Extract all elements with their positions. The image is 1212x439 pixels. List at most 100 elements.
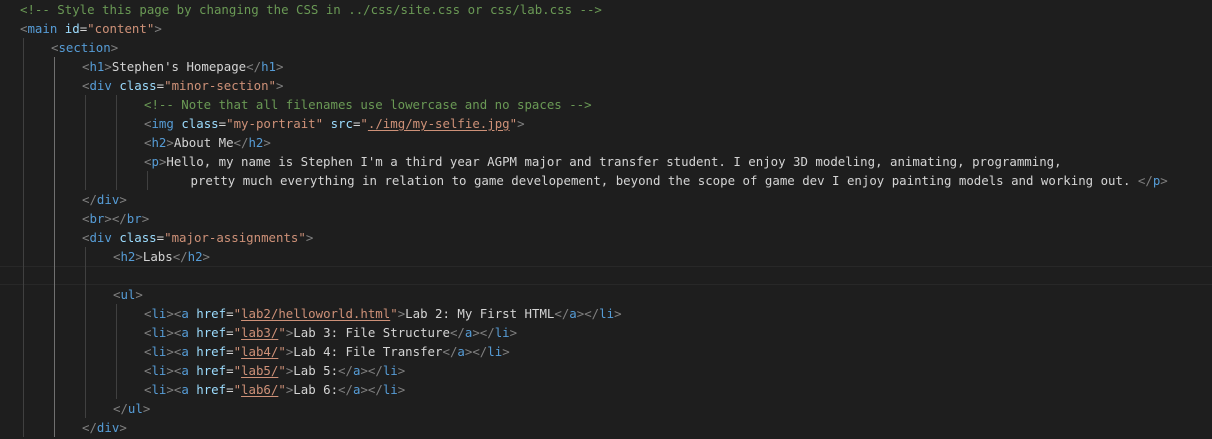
indent-guide [85,247,86,266]
indent-guide [54,171,55,190]
code-punctuation: ></ [104,211,127,226]
code-tag-name: div [89,230,112,245]
code-punctuation: > [135,249,143,264]
code-punctuation: = [226,344,234,359]
code-punctuation: > [1160,173,1168,188]
code-line-text: <li><a href="lab6/">Lab 6:</a></li> [144,380,405,399]
code-line[interactable]: </ul> [0,399,1212,418]
indent-guide [85,114,86,133]
code-punctuation: > [166,135,174,150]
code-punctuation: > [202,249,211,264]
code-line[interactable]: <li><a href="lab2/helloworld.html">Lab 2… [0,304,1212,323]
code-line[interactable]: <ul> [0,285,1212,304]
indent-guide [54,152,55,171]
indent-guide [23,380,24,399]
code-punctuation: > [119,192,127,207]
code-link[interactable]: lab5/ [241,363,278,378]
indent-guide [54,133,55,152]
code-line[interactable]: pretty much everything in relation to ga… [0,171,1212,190]
indent-guide [54,266,55,285]
code-string: " [233,363,242,378]
code-line[interactable]: <div class="major-assignments"> [0,228,1212,247]
indent-guide [23,76,24,95]
indent-guide [116,323,117,342]
code-line[interactable]: <h1>Stephen's Homepage</h1> [0,57,1212,76]
code-line-text: <li><a href="lab3/">Lab 3: File Structur… [144,323,517,342]
code-line[interactable]: <li><a href="lab3/">Lab 3: File Structur… [0,323,1212,342]
indent-guide [23,266,24,285]
code-punctuation: ></ [360,363,383,378]
code-tag-name: li [151,363,167,378]
code-punctuation: </ [338,382,353,397]
code-line[interactable]: <br></br> [0,209,1212,228]
indent-guide [23,285,24,304]
indent-guide [54,304,55,323]
code-line[interactable] [0,266,1212,285]
code-attribute: class [119,78,157,93]
code-line[interactable]: <li><a href="lab5/">Lab 5:</a></li> [0,361,1212,380]
indent-guide [54,76,55,95]
code-punctuation: > [142,401,151,416]
code-line[interactable]: <!-- Note that all filenames use lowerca… [0,95,1212,114]
code-line[interactable]: </div> [0,418,1212,437]
code-line[interactable]: <main id="content"> [0,19,1212,38]
code-line[interactable]: <li><a href="lab6/">Lab 6:</a></li> [0,380,1212,399]
indent-guide [54,114,55,133]
indent-guide [23,247,24,266]
code-punctuation: > [276,78,284,93]
code-line[interactable]: <h2>About Me</h2> [0,133,1212,152]
code-punctuation: > [263,135,271,150]
indent-guide [85,152,86,171]
code-punctuation: >< [166,382,182,397]
code-line[interactable]: <li><a href="lab4/">Lab 4: File Transfer… [0,342,1212,361]
code-line[interactable]: <img class="my-portrait" src="./img/my-s… [0,114,1212,133]
code-link[interactable]: ./img/my-selfie.jpg [368,116,510,131]
code-tag-name: li [382,363,398,378]
indent-guide [116,342,117,361]
indent-guide [85,304,86,323]
code-punctuation: ></ [472,325,495,340]
code-tag-name: a [457,344,465,359]
indent-guide [54,399,55,418]
code-link[interactable]: lab6/ [241,382,278,397]
code-line-text: </div> [82,418,127,437]
code-line[interactable]: <!-- Style this page by changing the CSS… [0,0,1212,19]
code-punctuation: = [218,116,227,131]
code-punctuation: ></ [464,344,488,359]
indent-guide [85,380,86,399]
code-punctuation: > [110,40,119,55]
code-link[interactable]: lab2/helloworld.html [241,306,390,321]
code-attribute: href [196,363,227,378]
code-text: About Me [173,135,234,150]
indent-guide [23,323,24,342]
code-tag-name: div [89,78,112,93]
code-line[interactable]: <p>Hello, my name is Stephen I'm a third… [0,152,1212,171]
indent-guide [116,380,117,399]
indent-guide [54,323,55,342]
code-punctuation: > [305,230,314,245]
code-tag-name: a [181,306,189,321]
indent-guide [23,133,24,152]
code-link[interactable]: lab3/ [241,325,278,340]
code-link[interactable]: lab4/ [241,344,278,359]
indent-guide [23,399,24,418]
code-string: " [360,116,368,131]
code-line[interactable]: <h2>Labs</h2> [0,247,1212,266]
code-tag-name: li [151,382,167,397]
code-string: " [233,344,242,359]
code-line[interactable]: </div> [0,190,1212,209]
code-line[interactable]: <section> [0,38,1212,57]
code-punctuation: </ [82,192,97,207]
code-line-text: <h2>Labs</h2> [113,247,210,266]
code-tag-name: div [96,192,120,207]
indent-guide [116,133,117,152]
code-tag-name: p [151,154,159,169]
code-attribute: src [330,116,353,131]
code-tag-name: ul [120,287,136,302]
code-lines[interactable]: <!-- Style this page by changing the CSS… [0,0,1212,437]
code-punctuation: </ [246,59,262,74]
indent-guide [23,228,24,247]
code-line[interactable]: <div class="minor-section"> [0,76,1212,95]
code-editor[interactable]: <!-- Style this page by changing the CSS… [0,0,1212,439]
code-string: " [233,306,242,321]
